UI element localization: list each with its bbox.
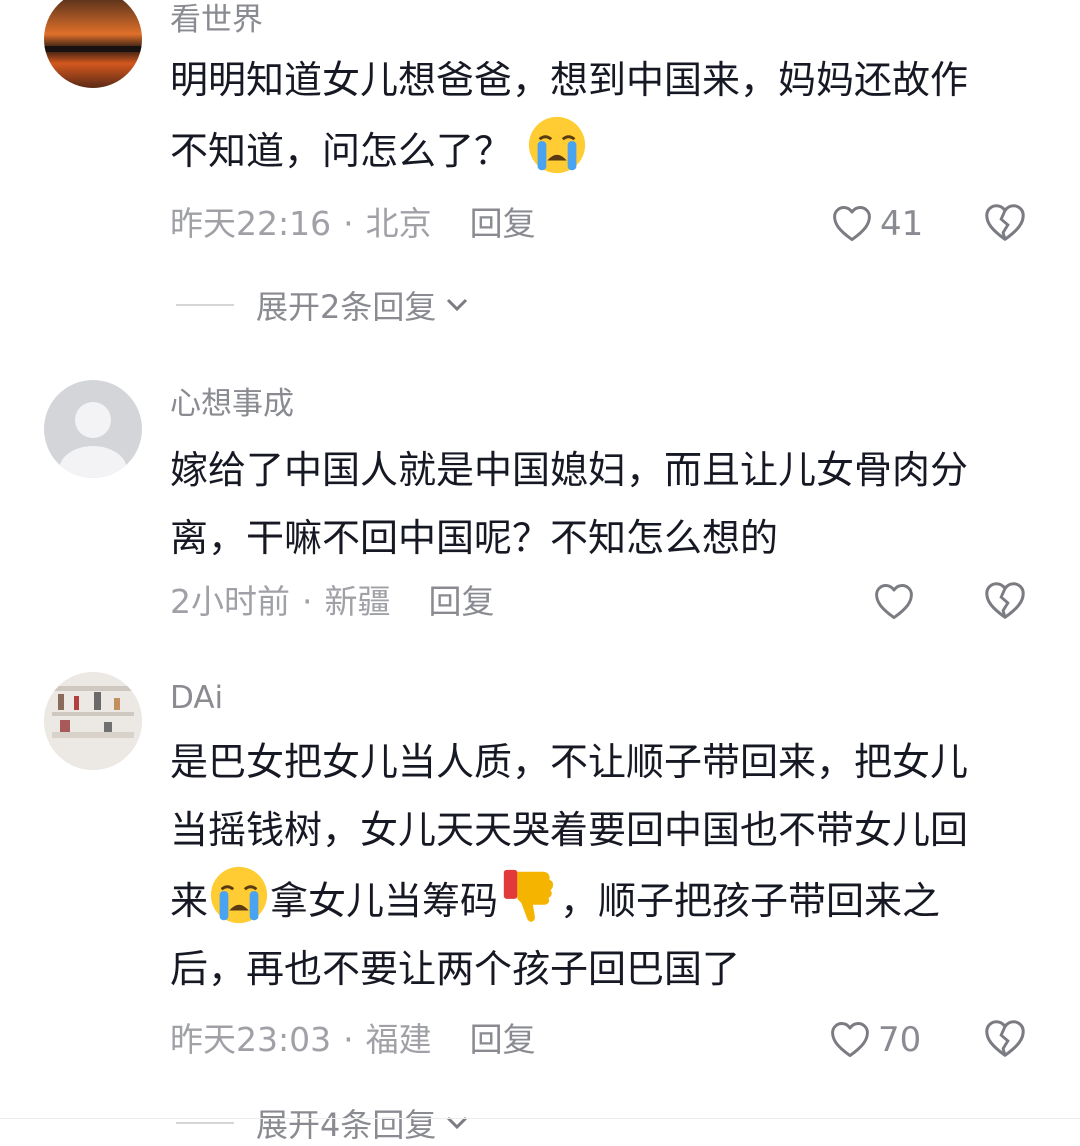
room-avatar-image — [44, 672, 142, 770]
sunset-avatar-image — [44, 0, 142, 88]
expand-replies-button[interactable]: 展开4条回复 — [176, 1100, 472, 1146]
heart-icon — [833, 206, 871, 242]
comment-meta: 昨天23:03 · 福建 回复 — [170, 1018, 536, 1062]
crying-emoji-icon — [210, 866, 268, 924]
comment-time: 昨天22:16 — [170, 204, 332, 243]
comment-location: 北京 — [365, 204, 432, 243]
like-button[interactable] — [872, 577, 922, 627]
heart-icon — [831, 1022, 869, 1058]
comment-line-text: 拿女儿当筹码 — [270, 879, 499, 923]
reply-button[interactable]: 回复 — [470, 1020, 536, 1059]
comment-line: 是巴女把女儿当人质，不让顺子带回来，把女儿 — [170, 740, 969, 784]
divider — [176, 1122, 234, 1124]
comment-text: 嫁给了中国人就是中国媳妇，而且让儿女骨肉分 离，干嘛不回中国呢？不知怎么想的 — [170, 436, 1050, 572]
comment-text: 明明知道女儿想爸爸，想到中国来，妈妈还故作 不知道，问怎么了？ — [170, 46, 1050, 185]
comment-location: 福建 — [365, 1020, 432, 1059]
broken-heart-icon[interactable] — [982, 578, 1028, 624]
comment-meta: 2小时前 · 新疆 回复 — [170, 580, 495, 624]
thumbs-down-emoji-icon — [503, 869, 554, 922]
expand-replies-label: 展开2条回复 — [256, 288, 437, 326]
avatar[interactable] — [44, 380, 142, 478]
like-button[interactable]: 70 — [828, 1015, 921, 1065]
reply-button[interactable]: 回复 — [429, 582, 495, 621]
crying-emoji-icon — [528, 116, 586, 174]
comment-line: 明明知道女儿想爸爸，想到中国来，妈妈还故作 — [170, 58, 969, 102]
broken-heart-icon[interactable] — [982, 200, 1028, 246]
comment-line: 离，干嘛不回中国呢？不知怎么想的 — [170, 516, 779, 560]
comment-line: 来 拿女儿当筹码 ，顺子把孩子带回来之 — [170, 864, 1050, 935]
comment-username[interactable]: DAi — [170, 678, 223, 718]
avatar[interactable] — [44, 672, 142, 770]
heart-icon — [875, 584, 913, 620]
expand-replies-button[interactable]: 展开2条回复 — [176, 282, 472, 328]
comment-username[interactable]: 心想事成 — [170, 384, 294, 424]
like-count: 70 — [878, 1020, 922, 1060]
like-count: 41 — [880, 204, 924, 244]
separator: · — [343, 1020, 354, 1059]
reply-button[interactable]: 回复 — [470, 204, 536, 243]
divider — [176, 304, 234, 306]
comment-line: 后，再也不要让两个孩子回巴国了 — [170, 947, 741, 991]
comment-time: 昨天23:03 — [170, 1020, 332, 1059]
comment-line-text: ，顺子把孩子带回来之 — [560, 879, 941, 923]
expand-replies-label: 展开4条回复 — [256, 1106, 437, 1144]
bottom-divider — [0, 1118, 1080, 1119]
chevron-down-icon — [447, 1116, 468, 1130]
chevron-down-icon — [447, 298, 468, 312]
separator: · — [302, 582, 313, 621]
comment-meta: 昨天22:16 · 北京 回复 — [170, 202, 536, 246]
comment-line-text: 来 — [170, 879, 209, 923]
broken-heart-icon[interactable] — [982, 1016, 1028, 1062]
separator: · — [343, 204, 354, 243]
comment-text: 是巴女把女儿当人质，不让顺子带回来，把女儿 当摇钱树，女儿天天哭着要回中国也不带… — [170, 728, 1050, 1003]
comment-line: 嫁给了中国人就是中国媳妇，而且让儿女骨肉分 — [170, 448, 969, 492]
comment-line: 当摇钱树，女儿天天哭着要回中国也不带女儿回 — [170, 808, 969, 852]
comment-location: 新疆 — [324, 582, 391, 621]
comment-username[interactable]: 看世界 — [170, 0, 263, 40]
comment-line: 不知道，问怎么了？ — [170, 114, 1050, 185]
avatar[interactable] — [44, 0, 142, 88]
default-avatar-icon — [59, 402, 127, 478]
like-button[interactable]: 41 — [830, 199, 923, 249]
comment-time: 2小时前 — [170, 582, 290, 621]
comment-line-text: 不知道，问怎么了？ — [170, 129, 513, 173]
